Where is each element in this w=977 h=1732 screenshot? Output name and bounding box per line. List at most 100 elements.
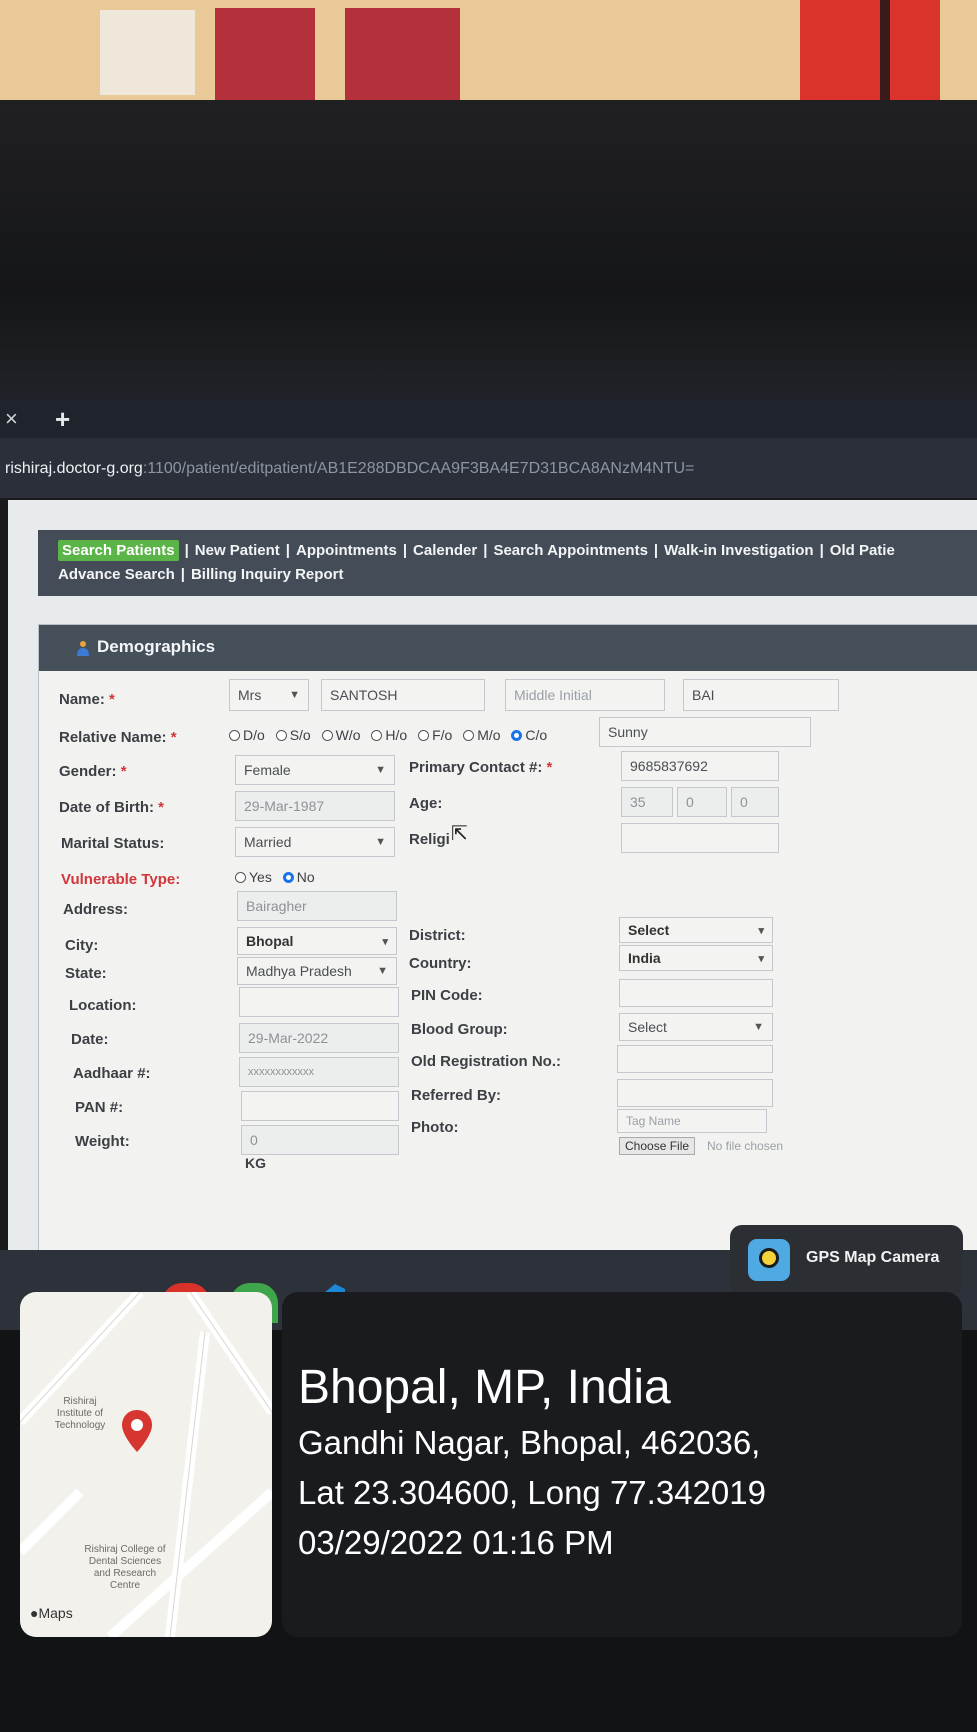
marital-status-label: Marital Status:	[61, 835, 165, 852]
gps-camera-badge: GPS Map Camera	[730, 1225, 963, 1295]
radio-do[interactable]: D/o	[229, 727, 265, 743]
weight-unit: KG	[245, 1155, 266, 1171]
wall-edge	[880, 0, 890, 110]
blood-group-select[interactable]: Select ▼	[619, 1013, 773, 1041]
chevron-down-icon: ▼	[375, 836, 386, 848]
old-registration-label: Old Registration No.:	[411, 1053, 561, 1070]
age-days-input[interactable]: 0	[731, 787, 779, 817]
pan-label: PAN #:	[75, 1099, 124, 1116]
person-icon	[77, 641, 89, 656]
address-label: Address:	[63, 901, 129, 918]
date-input[interactable]: 29-Mar-2022	[239, 1023, 399, 1053]
gps-map-camera-icon	[748, 1239, 790, 1281]
location-input[interactable]	[239, 987, 399, 1017]
nav-row-1: Search Patients | New Patient | Appointments…	[58, 540, 895, 561]
chevron-down-icon: ▼	[375, 764, 386, 776]
wall-poster-left	[215, 8, 315, 108]
weight-input[interactable]: 0	[241, 1125, 399, 1155]
address-input[interactable]: Bairagher	[237, 891, 397, 921]
country-label: Country:	[409, 955, 472, 972]
last-name-input[interactable]: BAI	[683, 679, 839, 711]
maps-brand: ●Maps	[30, 1605, 73, 1621]
url-text[interactable]: rishiraj.doctor-g.org:1100/patient/editp…	[5, 460, 694, 478]
aadhaar-label: Aadhaar #:	[73, 1065, 151, 1082]
nav-new-patient[interactable]: New Patient	[195, 542, 280, 559]
city-label: City:	[65, 937, 99, 954]
title-select[interactable]: Mrs ▼	[229, 679, 309, 711]
religion-label: Religi	[409, 831, 450, 848]
marital-status-select[interactable]: Married ▼	[235, 827, 395, 857]
nav-search-appointments[interactable]: Search Appointments	[493, 542, 647, 559]
radio-vulnerable-yes[interactable]: Yes	[235, 869, 272, 885]
wall-poster-right	[345, 8, 460, 108]
top-navigation: Search Patients | New Patient | Appointments…	[38, 530, 977, 596]
nav-appointments[interactable]: Appointments	[296, 542, 397, 559]
blood-group-label: Blood Group:	[411, 1021, 508, 1038]
radio-wo[interactable]: W/o	[321, 727, 360, 743]
relative-name-input[interactable]: Sunny	[599, 717, 811, 747]
pan-input[interactable]	[241, 1091, 399, 1121]
date-label: Date:	[71, 1031, 109, 1048]
nav-separator: |	[483, 542, 488, 559]
nav-walkin-investigation[interactable]: Walk-in Investigation	[664, 542, 813, 559]
location-map: Rishiraj Institute of Technology Rishira…	[20, 1292, 272, 1637]
location-datetime: 03/29/2022 01:16 PM	[298, 1524, 614, 1561]
dob-label: Date of Birth: *	[59, 799, 165, 816]
chevron-down-icon: ▾	[382, 935, 388, 948]
chevron-down-icon: ▼	[289, 689, 300, 701]
district-select[interactable]: Select ▾	[619, 917, 773, 943]
nav-separator: |	[402, 542, 408, 559]
radio-so[interactable]: S/o	[275, 727, 311, 743]
first-name-input[interactable]: SANTOSH	[321, 679, 485, 711]
age-months-input[interactable]: 0	[677, 787, 727, 817]
close-tab-icon[interactable]: ×	[5, 406, 18, 432]
choose-file-button[interactable]: Choose File	[619, 1137, 696, 1155]
radio-ho[interactable]: H/o	[371, 727, 407, 743]
dob-input[interactable]: 29-Mar-1987	[235, 791, 395, 821]
aadhaar-input[interactable]: xxxxxxxxxxxx	[239, 1057, 399, 1087]
nav-old-patients[interactable]: Old Patie	[830, 542, 895, 559]
nav-calender[interactable]: Calender	[413, 542, 477, 559]
primary-contact-input[interactable]: 9685837692	[621, 751, 779, 781]
gps-camera-name: GPS Map Camera	[806, 1249, 940, 1266]
nav-separator: |	[653, 542, 659, 559]
relative-type-radios: D/o S/o W/o H/o F/o M/o C/o	[229, 727, 554, 743]
photo-label: Photo:	[411, 1119, 459, 1136]
referred-by-input[interactable]	[617, 1079, 773, 1107]
location-coordinates: Lat 23.304600, Long 77.342019	[298, 1474, 766, 1511]
pin-code-label: PIN Code:	[411, 987, 483, 1004]
nav-advance-search[interactable]: Advance Search	[58, 566, 175, 583]
nav-billing-inquiry-report[interactable]: Billing Inquiry Report	[191, 566, 344, 583]
demographics-panel: Demographics Name: * Mrs ▼ SANTOSH Middle…	[38, 624, 977, 1252]
vulnerable-type-radios: Yes No	[235, 869, 322, 885]
pin-code-input[interactable]	[619, 979, 773, 1007]
radio-mo[interactable]: M/o	[463, 727, 501, 743]
radio-fo[interactable]: F/o	[418, 727, 452, 743]
city-select[interactable]: Bhopal ▾	[237, 927, 397, 955]
location-label: Location:	[69, 997, 137, 1014]
nav-separator: |	[184, 542, 189, 559]
chevron-down-icon: ▾	[758, 952, 764, 965]
chevron-down-icon: ▼	[753, 1021, 764, 1033]
state-label: State:	[65, 965, 107, 982]
age-label: Age:	[409, 795, 443, 812]
age-years-input[interactable]: 35	[621, 787, 673, 817]
file-status: No file chosen	[707, 1139, 784, 1153]
new-tab-icon[interactable]: +	[55, 404, 70, 435]
middle-initial-input[interactable]: Middle Initial	[505, 679, 665, 711]
nav-search-patients[interactable]: Search Patients	[58, 540, 179, 561]
old-registration-input[interactable]	[617, 1045, 773, 1073]
web-page: Search Patients | New Patient | Appointments…	[8, 500, 977, 1252]
state-select[interactable]: Madhya Pradesh ▼	[237, 957, 397, 985]
gender-select[interactable]: Female ▼	[235, 755, 395, 785]
radio-co[interactable]: C/o	[511, 727, 547, 743]
religion-input[interactable]	[621, 823, 779, 853]
location-address: Gandhi Nagar, Bhopal, 462036,	[298, 1424, 761, 1461]
url-path: :1100/patient/editpatient/AB1E288DBDCAA9…	[142, 460, 695, 477]
photo-tag-input[interactable]: Tag Name	[617, 1109, 767, 1133]
country-select[interactable]: India ▾	[619, 945, 773, 971]
url-host: rishiraj.doctor-g.org	[5, 460, 143, 477]
map-poi-1: Rishiraj Institute of Technology	[54, 1396, 106, 1431]
panel-title: Demographics	[97, 637, 216, 656]
radio-vulnerable-no[interactable]: No	[282, 869, 315, 885]
